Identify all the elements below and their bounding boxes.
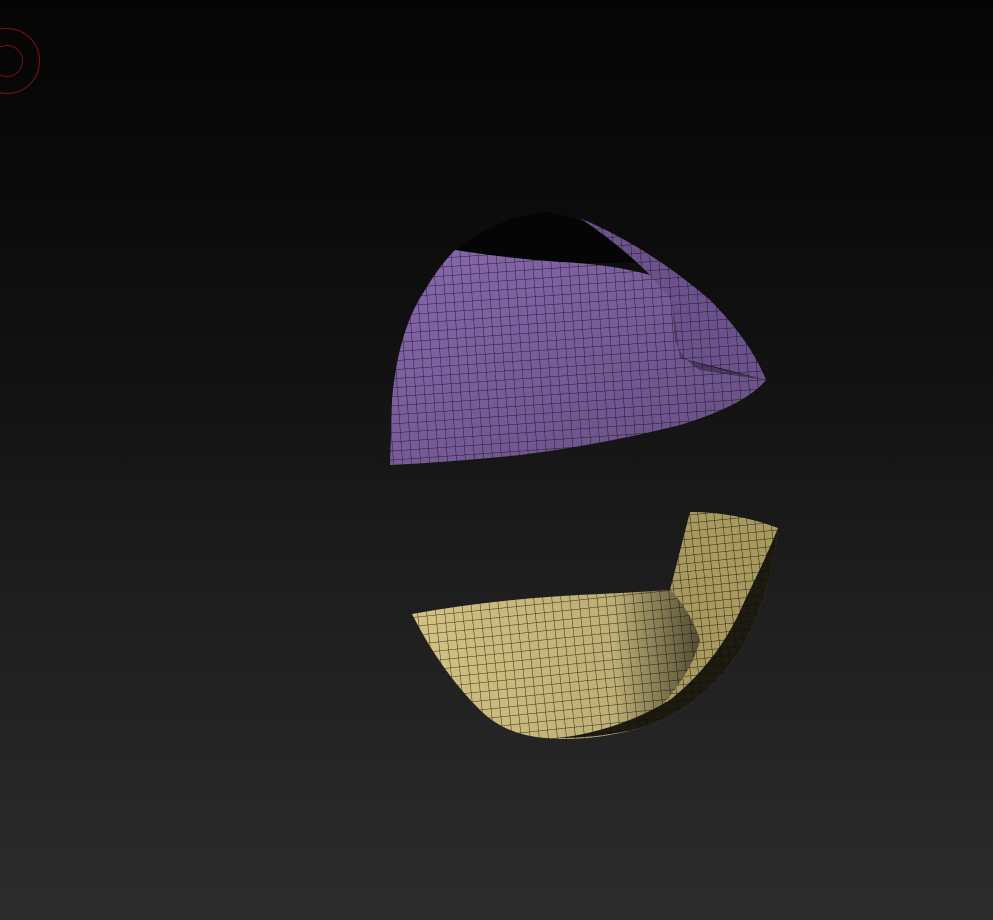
lower-shell[interactable] bbox=[412, 512, 778, 739]
3d-viewport[interactable] bbox=[0, 0, 993, 920]
upper-shell[interactable] bbox=[390, 212, 766, 465]
sphere-model[interactable] bbox=[0, 0, 993, 920]
